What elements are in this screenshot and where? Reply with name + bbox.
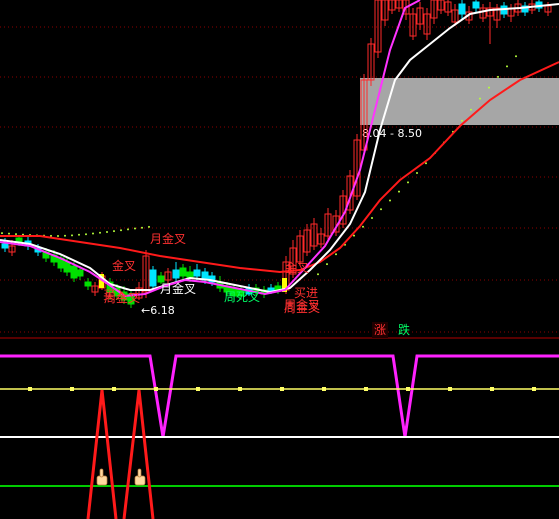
sub-yellow-dot	[238, 387, 242, 391]
low-price-marker: ←6.18	[141, 304, 175, 317]
sub-yellow-dot	[490, 387, 494, 391]
trend-dot	[92, 232, 94, 235]
trend-dot	[353, 234, 355, 237]
trend-dot	[106, 230, 108, 233]
trend-dot	[416, 171, 418, 174]
candle-body	[84, 281, 92, 287]
sub-yellow-dot	[28, 387, 32, 391]
trend-dot	[71, 234, 73, 237]
stock-chart: 8.04 - 8.50月金叉买入金叉周金叉月金叉周死叉周金叉买进周金叉金叉←6.…	[0, 0, 559, 519]
trend-dot	[134, 227, 136, 230]
hand-palm	[134, 475, 146, 486]
sub-red-spike	[122, 389, 155, 519]
fall-marker: 跌	[398, 322, 410, 337]
chart-annotation: 周金叉	[284, 297, 320, 312]
sub-magenta-line	[0, 354, 559, 438]
trend-dot	[113, 230, 115, 233]
trend-dot	[398, 190, 400, 193]
trend-dot	[479, 97, 481, 100]
sub-red-spike	[86, 389, 118, 519]
trend-dot	[1, 232, 3, 235]
sub-yellow-dot	[448, 387, 452, 391]
trend-dot	[120, 229, 122, 232]
trend-dot	[317, 273, 319, 276]
trend-dot	[85, 233, 87, 236]
trend-dot	[371, 216, 373, 219]
chart-annotation: 金叉	[285, 260, 309, 275]
candle-body	[193, 269, 201, 277]
trend-dot	[99, 231, 101, 234]
price-band	[360, 78, 559, 125]
trend-dot	[64, 234, 66, 237]
candle-body	[472, 1, 480, 9]
sub-yellow-dot	[154, 387, 158, 391]
trend-dot	[497, 75, 499, 78]
candle-body	[70, 265, 78, 279]
sub-yellow-dot	[280, 387, 284, 391]
trend-dot	[8, 232, 10, 235]
sub-yellow-dot	[322, 387, 326, 391]
candle-body	[149, 269, 157, 287]
sub-yellow-dot	[112, 387, 116, 391]
trend-dot	[15, 233, 17, 236]
chart-annotation: 月金叉	[150, 231, 186, 246]
rise-marker: 涨	[374, 322, 386, 337]
hand-finger	[137, 468, 142, 478]
pointing-hand-icon	[96, 468, 108, 486]
trend-dot	[515, 55, 517, 58]
trend-dot	[488, 86, 490, 89]
trend-dot	[141, 226, 143, 229]
trend-dot	[148, 225, 150, 228]
sub-yellow-dot	[406, 387, 410, 391]
candle-body	[1, 243, 9, 249]
sub-yellow-dot	[70, 387, 74, 391]
sub-yellow-dot	[532, 387, 536, 391]
chart-annotation: 周金叉	[104, 290, 140, 305]
trend-dot	[506, 65, 508, 68]
trend-dot	[362, 225, 364, 228]
trend-dot	[335, 253, 337, 256]
chart-annotation: 周死叉	[224, 290, 260, 304]
candle-body	[172, 269, 180, 279]
trend-dot	[326, 263, 328, 266]
trend-dot	[389, 199, 391, 202]
hand-finger	[99, 468, 104, 478]
sub-yellow-dot	[364, 387, 368, 391]
ma-mid-line	[0, 3, 559, 294]
trend-dot	[470, 108, 472, 111]
trend-dot	[127, 228, 129, 231]
sub-yellow-dot	[196, 387, 200, 391]
trend-dot	[78, 233, 80, 236]
candle-body	[179, 267, 187, 277]
candle-body	[63, 261, 71, 273]
trend-dot	[407, 181, 409, 184]
candle-body	[76, 269, 84, 277]
hand-palm	[96, 475, 108, 486]
trend-dot	[461, 119, 463, 122]
pointing-hand-icon	[134, 468, 146, 486]
chart-annotation: 月金叉	[160, 281, 196, 296]
chart-annotation: 金叉	[112, 258, 136, 273]
candle-body	[458, 3, 466, 15]
trend-dot	[380, 208, 382, 211]
trend-dot	[57, 234, 59, 237]
